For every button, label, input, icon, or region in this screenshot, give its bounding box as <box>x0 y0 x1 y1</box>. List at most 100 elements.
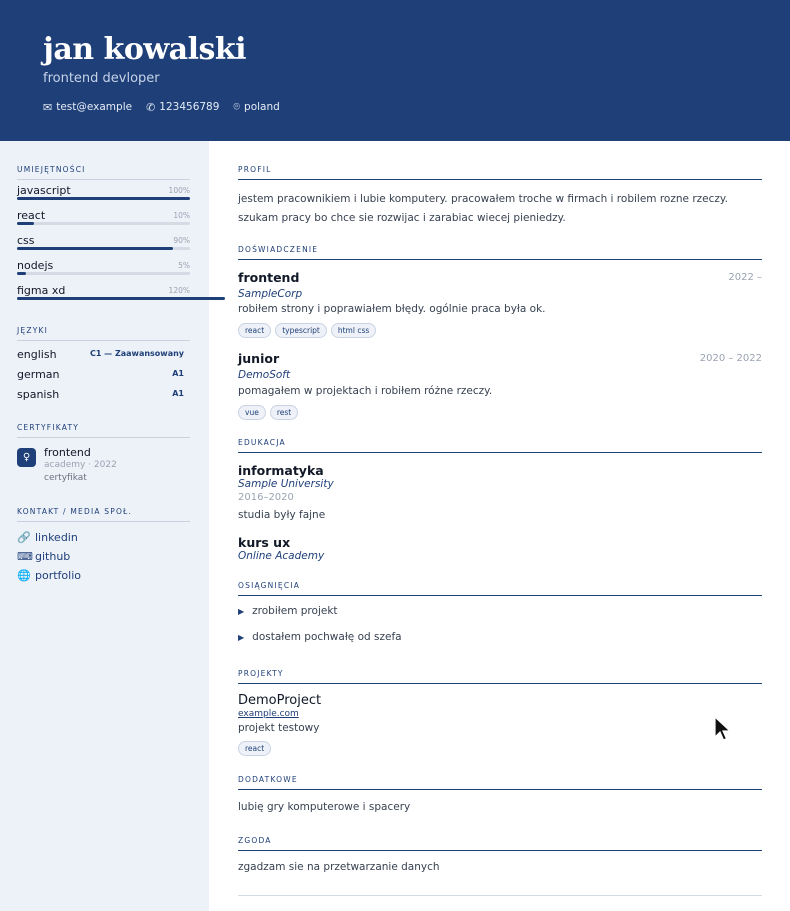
linkedin-label: linkedin <box>35 531 78 544</box>
skill-name: figma xd <box>17 284 66 297</box>
portfolio-label: portfolio <box>35 569 81 582</box>
job-company: DemoSoft <box>238 369 291 381</box>
project-link[interactable]: example.com <box>238 709 299 719</box>
github-link[interactable]: ⌨ github <box>17 547 190 566</box>
skill-percent: 100% <box>168 186 190 195</box>
language-name: english <box>17 348 57 361</box>
divider <box>238 895 762 896</box>
education-school: Online Academy <box>238 550 325 562</box>
job-title: frontend <box>238 270 300 285</box>
languages-section: JĘZYKI english C1 — Zaawansowany german … <box>17 326 190 405</box>
additional-title: DODATKOWE <box>238 775 762 790</box>
contact-phone-text: 123456789 <box>159 101 220 113</box>
skills-section: UMIEJĘTNOŚCI javascript 100% react 10% css 90… <box>17 165 225 305</box>
achievement-text: dostałem pochwałę od szefa <box>252 631 402 643</box>
skill-item: react 10% <box>17 205 190 230</box>
profile-text: jestem pracownikiem i lubie komputery. p… <box>238 193 728 224</box>
skill-bar-track <box>17 197 190 200</box>
resume-header: jan kowalski frontend devloper ✉ test@ex… <box>0 0 790 141</box>
contact-phone[interactable]: ✆ 123456789 <box>146 100 219 114</box>
skills-title: UMIEJĘTNOŚCI <box>17 165 190 180</box>
skill-percent: 5% <box>178 261 190 270</box>
tag: html css <box>330 323 377 338</box>
education-years: 2016–2020 <box>238 492 294 503</box>
certificate-item: ♀ frontend academy · 2022 certyfikat <box>17 446 190 490</box>
language-name: spanish <box>17 388 60 401</box>
achievement-item: ▶ zrobiłem projekt <box>238 605 338 617</box>
language-name: german <box>17 368 60 381</box>
location-pin-icon: ⌾ <box>233 100 241 113</box>
consent-title: ZGODA <box>238 836 762 851</box>
contact-location: ⌾ poland <box>233 100 279 114</box>
tag: react <box>238 741 272 756</box>
profile-title: PROFIL <box>238 165 762 180</box>
job-date: 2022 – <box>728 272 762 283</box>
language-item: spanish A1 <box>17 385 190 405</box>
skill-percent: 90% <box>173 236 190 245</box>
contact-row: ✉ test@example ✆ 123456789 ⌾ poland <box>43 100 280 114</box>
job-desc: pomagałem w projektach i robiłem różne r… <box>238 385 493 397</box>
keyboard-icon: ⌨ <box>17 550 33 563</box>
skill-bar-track <box>17 222 190 225</box>
contact-links-title: KONTAKT / MEDIA SPOŁ. <box>17 507 190 522</box>
skill-bar-track <box>17 247 190 250</box>
achievements-title: OSIĄGNIĘCIA <box>238 581 762 596</box>
job-desc: robiłem strony i poprawiałem błędy. ogól… <box>238 303 546 315</box>
education-desc: studia były fajne <box>238 509 326 521</box>
contact-email[interactable]: ✉ test@example <box>43 100 132 114</box>
candidate-name: jan kowalski <box>43 32 247 67</box>
skill-name: nodejs <box>17 259 54 272</box>
language-level: C1 — Zaawansowany <box>89 349 184 358</box>
skill-name: javascript <box>17 184 71 197</box>
language-level: A1 <box>172 389 184 398</box>
mail-icon: ✉ <box>43 100 53 114</box>
certificates-section: CERTYFIKATY ♀ frontend academy · 2022 ce… <box>17 423 190 490</box>
language-item: english C1 — Zaawansowany <box>17 345 190 365</box>
education-degree: kurs ux <box>238 535 291 550</box>
consent-text: zgadzam sie na przetwarzanie danych <box>238 861 440 873</box>
job-date: 2020 – 2022 <box>699 353 762 364</box>
languages-title: JĘZYKI <box>17 326 190 341</box>
education-school: Sample University <box>238 478 334 490</box>
linkedin-link[interactable]: 🔗 linkedin <box>17 528 190 547</box>
skill-bar-fill <box>17 272 26 275</box>
project-tags: react <box>238 741 272 756</box>
globe-icon: 🌐 <box>17 569 31 582</box>
projects-title: PROJEKTY <box>238 669 762 684</box>
skill-bar-track <box>17 297 225 300</box>
phone-icon: ✆ <box>146 100 156 114</box>
candidate-role: frontend devloper <box>43 71 160 86</box>
job-tags: react typescript html css <box>238 323 377 338</box>
skill-percent: 120% <box>168 286 190 295</box>
portfolio-link[interactable]: 🌐 portfolio <box>17 566 190 585</box>
tag: typescript <box>275 323 327 338</box>
tag: vue <box>238 405 266 420</box>
job-company: SampleCorp <box>238 288 303 300</box>
project-name: DemoProject <box>238 693 322 708</box>
additional-text: lubię gry komputerowe i spacery <box>238 801 411 813</box>
github-label: github <box>35 550 71 563</box>
education-title: EDUKACJA <box>238 438 762 453</box>
skill-bar-fill <box>17 197 190 200</box>
certificate-badge-icon: ♀ <box>17 448 36 467</box>
education-degree: informatyka <box>238 463 324 478</box>
skill-name: react <box>17 209 46 222</box>
contact-links-section: KONTAKT / MEDIA SPOŁ. 🔗 linkedin ⌨ githu… <box>17 507 190 585</box>
skill-percent: 10% <box>173 211 190 220</box>
skill-name: css <box>17 234 35 247</box>
skill-item: nodejs 5% <box>17 255 190 280</box>
language-item: german A1 <box>17 365 190 385</box>
skill-bar-fill <box>17 297 225 300</box>
certificates-title: CERTYFIKATY <box>17 423 190 438</box>
skill-item: css 90% <box>17 230 190 255</box>
sidebar: UMIEJĘTNOŚCI javascript 100% react 10% css 90… <box>0 141 225 911</box>
bullet-triangle-icon: ▶ <box>238 606 245 616</box>
achievement-item: ▶ dostałem pochwałę od szefa <box>238 631 402 643</box>
job-tags: vue rest <box>238 405 299 420</box>
achievement-text: zrobiłem projekt <box>252 605 338 617</box>
certificate-desc: certyfikat <box>44 473 87 483</box>
certificate-issuer: academy · 2022 <box>44 460 117 470</box>
tag: rest <box>269 405 299 420</box>
certificate-title: frontend <box>44 446 91 459</box>
mouse-cursor-icon <box>714 716 732 741</box>
